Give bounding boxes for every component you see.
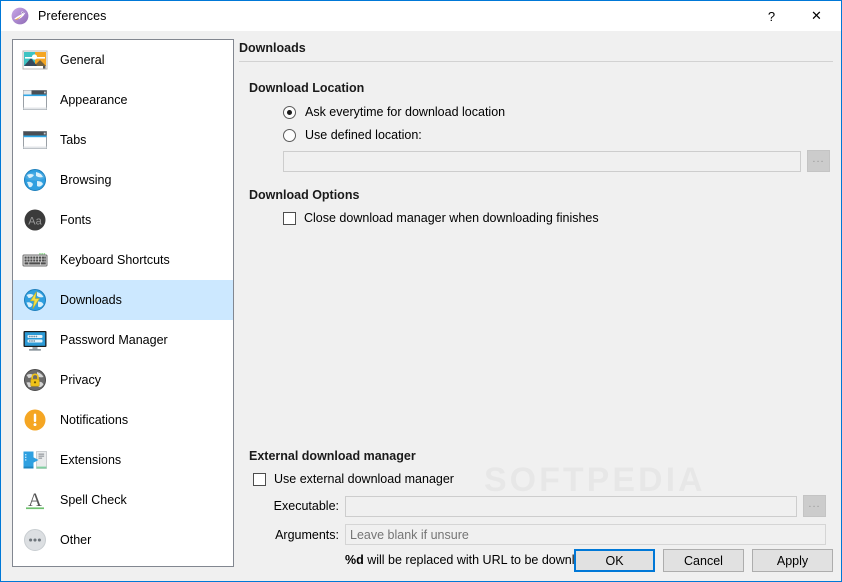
extensions-puzzle-icon [21,446,49,474]
downloads-globe-icon [21,286,49,314]
sidebar-item-privacy[interactable]: Privacy [13,360,233,400]
sidebar-item-other[interactable]: Other [13,520,233,560]
sidebar-item-general[interactable]: General [13,40,233,80]
download-location-field-row: ... [283,150,833,172]
sidebar-item-label: Appearance [60,93,128,107]
sidebar-item-label: Privacy [60,373,101,387]
sidebar-item-notifications[interactable]: Notifications [13,400,233,440]
window-title: Preferences [38,8,107,23]
download-location-input[interactable] [283,150,801,172]
executable-field-row: Executable: ... [249,495,833,517]
close-button[interactable]: ✕ [794,1,839,31]
executable-label: Executable: [273,499,339,513]
download-options-group: Download Options Close download manager … [249,188,833,225]
sidebar-item-label: Browsing [60,173,112,187]
arguments-field-row: Arguments: [249,524,833,545]
sidebar-item-spell-check[interactable]: A Spell Check [13,480,233,520]
page-title: Downloads [239,41,306,55]
download-location-browse-button[interactable]: ... [807,150,830,172]
sidebar-item-extensions[interactable]: Extensions [13,440,233,480]
checkbox-close-download-manager-label: Close download manager when downloading … [304,211,599,225]
apply-button[interactable]: Apply [752,549,833,572]
arguments-input[interactable] [345,524,826,545]
sidebar-item-password-manager[interactable]: Password Manager [13,320,233,360]
dialog-body: General Appearance Tabs Browsing Aa Font… [1,31,841,581]
sidebar-item-label: Other [60,533,92,547]
checkbox-use-external-download-manager-indicator[interactable] [253,472,266,486]
notification-bang-icon [21,406,49,434]
falkon-logo-icon [11,7,29,25]
sidebar-item-label: Fonts [60,213,92,227]
general-picture-icon [21,46,49,74]
external-download-manager-title: External download manager [249,449,416,463]
sidebar-item-label: Spell Check [60,493,127,507]
download-location-group: Download Location Ask everytime for down… [249,81,833,172]
executable-input[interactable] [345,495,797,517]
radio-use-defined-location[interactable]: Use defined location: [283,128,833,142]
svg-text:Aa: Aa [28,216,42,228]
radio-use-defined-location-indicator[interactable] [283,128,296,142]
privacy-lock-icon [21,366,49,394]
arguments-hint-token: %d [345,553,364,567]
title-divider [239,61,833,62]
keyboard-icon [21,246,49,274]
sidebar-item-keyboard-shortcuts[interactable]: Keyboard Shortcuts [13,240,233,280]
checkbox-use-external-download-manager-label: Use external download manager [274,472,454,486]
checkbox-close-download-manager[interactable]: Close download manager when downloading … [283,211,833,225]
sidebar-item-label: Extensions [60,453,122,467]
help-icon: ? [767,8,776,24]
downloads-settings-panel: Downloads Download Location Ask everytim… [239,37,833,567]
checkbox-use-external-download-manager[interactable]: Use external download manager [253,472,833,486]
sidebar-item-label: Notifications [60,413,129,427]
executable-browse-button[interactable]: ... [803,495,826,517]
radio-ask-everytime-indicator[interactable] [283,105,296,119]
sidebar-item-label: General [60,53,105,67]
close-icon: ✕ [811,8,822,23]
sidebar-item-tabs[interactable]: Tabs [13,120,233,160]
tabs-window-icon [21,126,49,154]
monitor-password-icon [21,326,49,354]
cancel-button[interactable]: Cancel [663,549,744,572]
download-location-title: Download Location [249,81,365,95]
title-bar: Preferences ? ✕ [1,0,841,31]
ok-button[interactable]: OK [574,549,655,572]
appearance-window-icon [21,86,49,114]
preferences-dialog: Preferences ? ✕ General Appearance Tabs … [0,0,842,582]
radio-use-defined-location-label: Use defined location: [305,128,422,142]
sidebar-item-fonts[interactable]: Aa Fonts [13,200,233,240]
radio-ask-everytime-label: Ask everytime for download location [305,105,506,119]
globe-icon [21,166,49,194]
download-options-title: Download Options [249,188,360,202]
sidebar-item-label: Keyboard Shortcuts [60,253,170,267]
spellcheck-a-icon: A [21,486,49,514]
sidebar-item-appearance[interactable]: Appearance [13,80,233,120]
sidebar-item-browsing[interactable]: Browsing [13,160,233,200]
sidebar-item-label: Password Manager [60,333,168,347]
other-ellipsis-icon [21,526,49,554]
radio-ask-everytime[interactable]: Ask everytime for download location [283,105,833,119]
fonts-aa-icon: Aa [21,206,49,234]
help-button[interactable]: ? [749,1,794,31]
sidebar-item-label: Tabs [60,133,87,147]
checkbox-close-download-manager-indicator[interactable] [283,211,296,225]
preferences-sidebar[interactable]: General Appearance Tabs Browsing Aa Font… [12,39,234,567]
arguments-hint-text: will be replaced with URL to be download… [363,553,610,567]
sidebar-item-downloads[interactable]: Downloads [13,280,233,320]
dialog-buttons: OK Cancel Apply [574,549,833,572]
arguments-label: Arguments: [275,527,339,542]
sidebar-item-label: Downloads [60,293,122,307]
